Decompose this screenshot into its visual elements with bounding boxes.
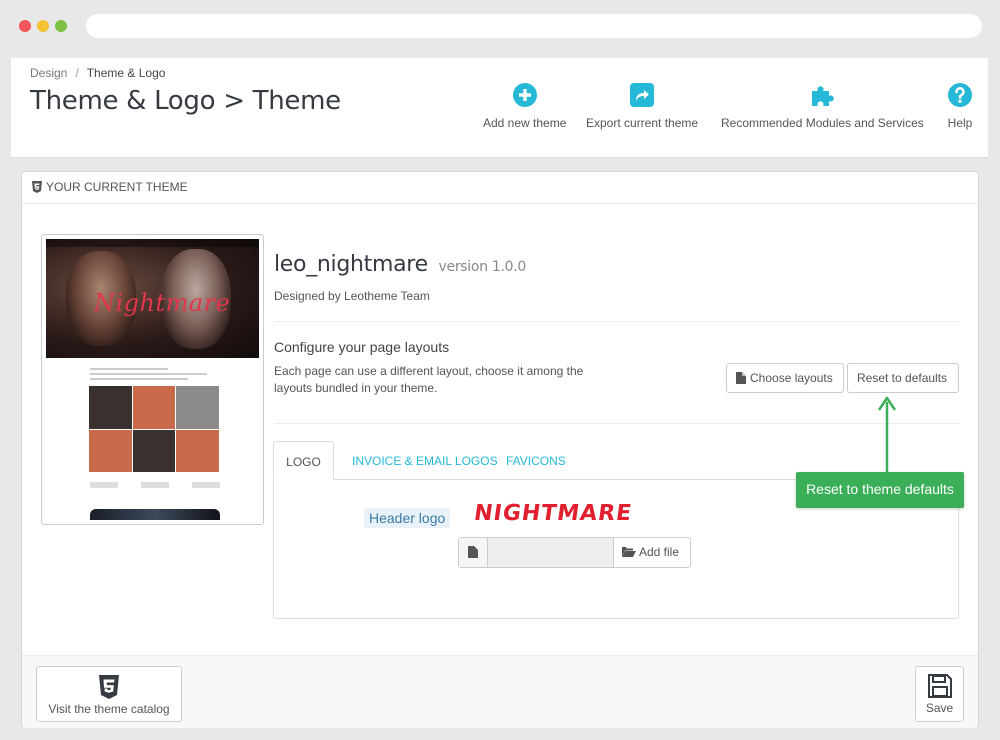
html5-icon: [99, 675, 119, 699]
save-button[interactable]: Save: [915, 666, 964, 722]
theme-author: Designed by Leotheme Team: [274, 289, 430, 303]
breadcrumb-current: Theme & Logo: [86, 66, 166, 80]
recommended-modules-button[interactable]: Recommended Modules and Services: [721, 82, 924, 130]
share-square-icon: [630, 83, 655, 107]
reset-to-defaults-button[interactable]: Reset to defaults: [847, 363, 959, 393]
question-circle-icon: [948, 83, 972, 107]
preview-hero-text: Nightmare: [94, 289, 231, 317]
divider: [274, 423, 959, 424]
add-new-theme-label: Add new theme: [483, 116, 567, 130]
choose-layouts-button[interactable]: Choose layouts: [726, 363, 844, 393]
window-maximize-dot[interactable]: [55, 20, 67, 32]
preview-hero-banner: Nightmare: [46, 239, 259, 358]
preview-product-labels: [90, 482, 220, 488]
file-name-input[interactable]: [488, 538, 614, 567]
header-logo-image: NIGHTMARE: [472, 500, 634, 524]
header-logo-label: Header logo: [364, 508, 451, 528]
puzzle-icon: [812, 86, 835, 106]
header-logo-text: NIGHTMARE: [472, 500, 634, 524]
html5-icon: [32, 181, 42, 193]
choose-layouts-label: Choose layouts: [750, 371, 833, 385]
current-theme-panel: YOUR CURRENT THEME Nightmare leo_nightma…: [21, 171, 979, 728]
breadcrumb-separator: /: [75, 66, 79, 80]
tab-favicons[interactable]: FAVICONS: [506, 441, 566, 480]
plus-circle-icon: [512, 83, 537, 107]
file-icon: [736, 372, 746, 384]
theme-name: leo_nightmare version 1.0.0: [274, 252, 526, 277]
page-header: Design / Theme & Logo Theme & Logo > Theme…: [11, 58, 988, 158]
theme-preview-image: Nightmare: [41, 234, 264, 525]
callout-text: Reset to theme defaults: [806, 481, 954, 497]
tab-invoice-email-logos[interactable]: INVOICE & EMAIL LOGOS: [352, 441, 498, 480]
panel-heading: YOUR CURRENT THEME: [22, 172, 978, 204]
breadcrumb-parent[interactable]: Design: [30, 66, 67, 80]
save-label: Save: [925, 701, 954, 715]
add-new-theme-button[interactable]: Add new theme: [483, 82, 566, 130]
file-icon-box: [459, 538, 488, 567]
breadcrumb: Design / Theme & Logo: [30, 66, 165, 80]
preview-category-grid: [89, 386, 219, 472]
recommended-modules-label: Recommended Modules and Services: [721, 116, 924, 130]
theme-version: version 1.0.0: [438, 259, 527, 275]
help-button[interactable]: Help: [947, 82, 973, 130]
visit-theme-catalog-label: Visit the theme catalog: [48, 702, 170, 716]
folder-open-icon: [622, 547, 636, 557]
theme-name-text: leo_nightmare: [274, 252, 428, 277]
visit-theme-catalog-button[interactable]: Visit the theme catalog: [36, 666, 182, 722]
help-label: Help: [947, 116, 973, 130]
export-theme-label: Export current theme: [586, 116, 699, 130]
header-logo-file-upload: Add file: [458, 537, 691, 568]
divider: [274, 321, 959, 322]
page-title: Theme & Logo > Theme: [30, 86, 341, 116]
callout-arrow: [877, 396, 897, 474]
add-file-button[interactable]: Add file: [614, 538, 690, 567]
layouts-title: Configure your page layouts: [274, 339, 450, 355]
add-file-label: Add file: [639, 545, 680, 559]
browser-chrome: [0, 0, 1000, 52]
layouts-description: Each page can use a different layout, ch…: [274, 364, 584, 395]
panel-footer: Visit the theme catalog Save: [22, 655, 978, 728]
preview-bottom-banner: [90, 509, 220, 520]
floppy-disk-icon: [927, 674, 952, 698]
file-icon: [468, 546, 478, 558]
tab-logo[interactable]: LOGO: [273, 441, 334, 480]
address-bar[interactable]: [86, 14, 982, 38]
export-theme-button[interactable]: Export current theme: [586, 82, 698, 130]
panel-heading-label: YOUR CURRENT THEME: [46, 180, 188, 194]
window-close-dot[interactable]: [19, 20, 31, 32]
reset-callout-tooltip: Reset to theme defaults: [796, 472, 964, 508]
window-minimize-dot[interactable]: [37, 20, 49, 32]
reset-to-defaults-label: Reset to defaults: [857, 371, 948, 385]
preview-text-lines: [90, 368, 220, 382]
